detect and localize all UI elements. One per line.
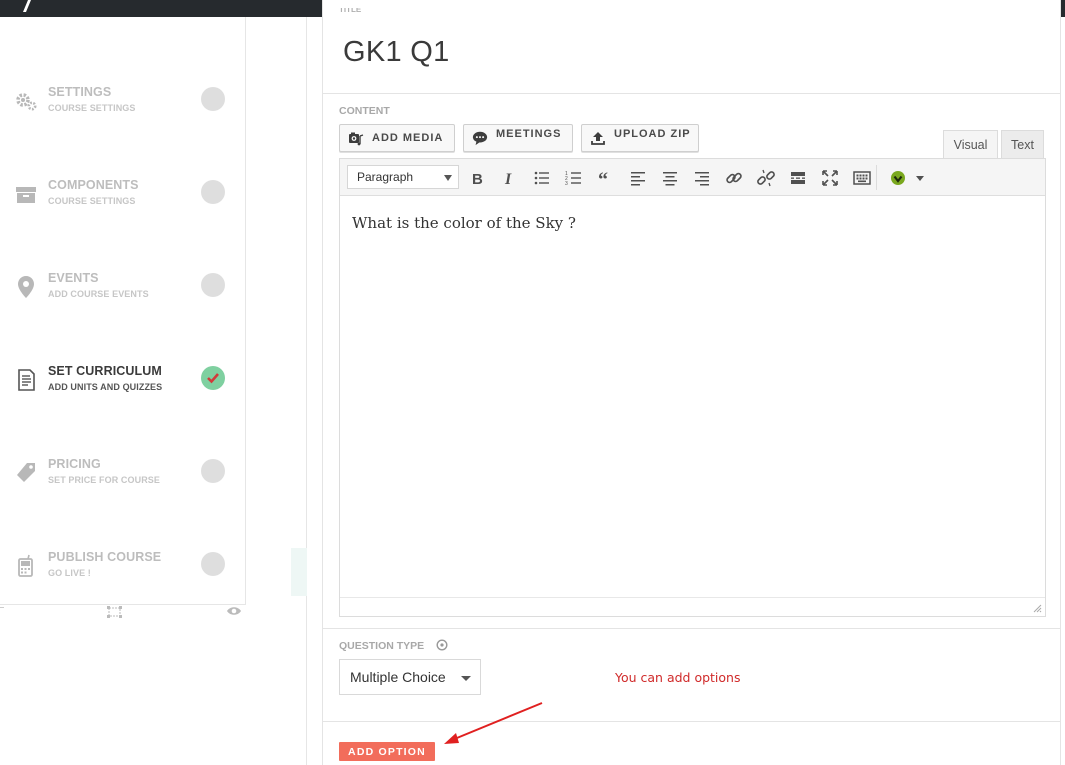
step-components[interactable]: COMPONENTS COURSE SETTINGS <box>0 169 245 229</box>
help-icon[interactable] <box>436 638 448 651</box>
content-label: CONTENT <box>339 105 390 117</box>
add-media-button[interactable]: ADD MEDIA <box>339 124 455 152</box>
chat-bubble-icon <box>472 130 488 146</box>
tag-icon <box>13 460 39 486</box>
document-icon <box>13 367 39 393</box>
step-subtitle: COURSE SETTINGS <box>48 103 136 113</box>
decorative-strip <box>291 548 307 596</box>
question-editor-panel: TITLE GK1 Q1 CONTENT ADD MEDIA MEETINGS … <box>322 0 1061 765</box>
svg-text:“: “ <box>598 169 608 187</box>
read-more-icon[interactable] <box>788 168 808 188</box>
step-subtitle: ADD UNITS AND QUIZZES <box>48 382 163 392</box>
editor-toolbar: Paragraph B I 123 “ <box>340 159 1045 196</box>
step-settings[interactable]: SETTINGS COURSE SETTINGS <box>0 76 245 136</box>
map-pin-icon <box>13 274 39 300</box>
logo-icon[interactable] <box>22 0 31 12</box>
chevron-down-icon <box>444 175 452 181</box>
step-set-curriculum[interactable]: SET CURRICULUM ADD UNITS AND QUIZZES <box>0 355 245 415</box>
resize-handle-icon[interactable] <box>1032 603 1042 613</box>
title-input[interactable]: GK1 Q1 <box>343 36 450 69</box>
question-type-select[interactable]: Multiple Choice <box>339 659 481 695</box>
add-option-button[interactable]: ADD OPTION <box>339 742 435 761</box>
chevron-down-icon[interactable] <box>910 168 930 188</box>
step-status-indicator <box>201 180 225 204</box>
editor-content[interactable]: What is the color of the Sky ? <box>352 214 576 232</box>
link-icon[interactable] <box>724 168 744 188</box>
divider <box>323 93 1060 94</box>
step-title: SET CURRICULUM <box>48 364 162 378</box>
meetings-label: MEETINGS <box>496 128 562 140</box>
step-status-indicator <box>201 273 225 297</box>
step-title: PUBLISH COURSE <box>48 550 162 564</box>
step-events[interactable]: EVENTS ADD COURSE EVENTS <box>0 262 245 322</box>
divider <box>876 165 877 190</box>
tab-visual[interactable]: Visual <box>943 130 998 159</box>
upload-zip-button[interactable]: UPLOAD ZIP <box>581 124 699 152</box>
box-icon <box>13 181 39 207</box>
divider <box>306 17 307 765</box>
phone-icon <box>13 553 39 579</box>
network-icon[interactable] <box>105 605 125 622</box>
align-left-icon[interactable] <box>628 168 648 188</box>
camera-music-icon <box>348 130 364 146</box>
checkmark-icon <box>207 373 219 384</box>
step-status-indicator <box>201 552 225 576</box>
title-label: TITLE <box>339 8 362 14</box>
italic-icon[interactable]: I <box>500 168 520 188</box>
numbered-list-icon[interactable]: 123 <box>564 168 584 188</box>
plugin-check-icon[interactable] <box>888 168 908 188</box>
step-subtitle: GO LIVE ! <box>48 568 91 578</box>
svg-text:I: I <box>504 171 512 187</box>
step-status-indicator <box>201 87 225 111</box>
gears-icon <box>13 88 39 114</box>
keyboard-icon[interactable] <box>852 168 872 188</box>
step-title: COMPONENTS <box>48 178 139 192</box>
step-subtitle: COURSE SETTINGS <box>48 196 136 206</box>
annotation-text: You can add options <box>615 670 741 685</box>
question-type-value: Multiple Choice <box>350 669 446 685</box>
step-title: SETTINGS <box>48 85 112 99</box>
bullet-list-icon[interactable] <box>532 168 552 188</box>
step-status-indicator <box>201 459 225 483</box>
align-center-icon[interactable] <box>660 168 680 188</box>
step-publish-course[interactable]: PUBLISH COURSE GO LIVE ! <box>0 541 245 601</box>
align-right-icon[interactable] <box>692 168 712 188</box>
step-complete-indicator <box>201 366 225 390</box>
fullscreen-icon[interactable] <box>820 168 840 188</box>
svg-text:3: 3 <box>565 181 568 187</box>
step-title: PRICING <box>48 457 101 471</box>
rich-text-editor: Paragraph B I 123 “ What is the color of… <box>339 158 1046 617</box>
step-pricing[interactable]: PRICING SET PRICE FOR COURSE <box>0 448 245 508</box>
svg-text:B: B <box>472 171 483 187</box>
eye-icon[interactable] <box>226 605 242 620</box>
add-media-label: ADD MEDIA <box>372 132 444 144</box>
bold-icon[interactable]: B <box>468 168 488 188</box>
format-select-value: Paragraph <box>357 170 414 184</box>
unlink-icon[interactable] <box>756 168 776 188</box>
annotation-arrow-icon <box>444 702 543 744</box>
step-subtitle: SET PRICE FOR COURSE <box>48 475 161 485</box>
tab-text[interactable]: Text <box>1001 130 1044 159</box>
meetings-button[interactable]: MEETINGS <box>463 124 573 152</box>
editor-status-bar <box>340 597 1045 616</box>
divider <box>323 721 1060 722</box>
question-type-label: QUESTION TYPE <box>339 640 425 652</box>
chevron-down-icon <box>461 676 471 681</box>
step-subtitle: ADD COURSE EVENTS <box>48 289 149 299</box>
course-steps-sidebar: SETTINGS COURSE SETTINGS COMPONENTS COUR… <box>0 17 246 605</box>
blockquote-icon[interactable]: “ <box>596 168 616 188</box>
format-select[interactable]: Paragraph <box>347 165 459 189</box>
upload-zip-label: UPLOAD ZIP <box>614 128 691 140</box>
divider <box>0 607 4 608</box>
divider <box>323 628 1060 629</box>
step-title: EVENTS <box>48 271 99 285</box>
upload-icon <box>590 130 606 146</box>
